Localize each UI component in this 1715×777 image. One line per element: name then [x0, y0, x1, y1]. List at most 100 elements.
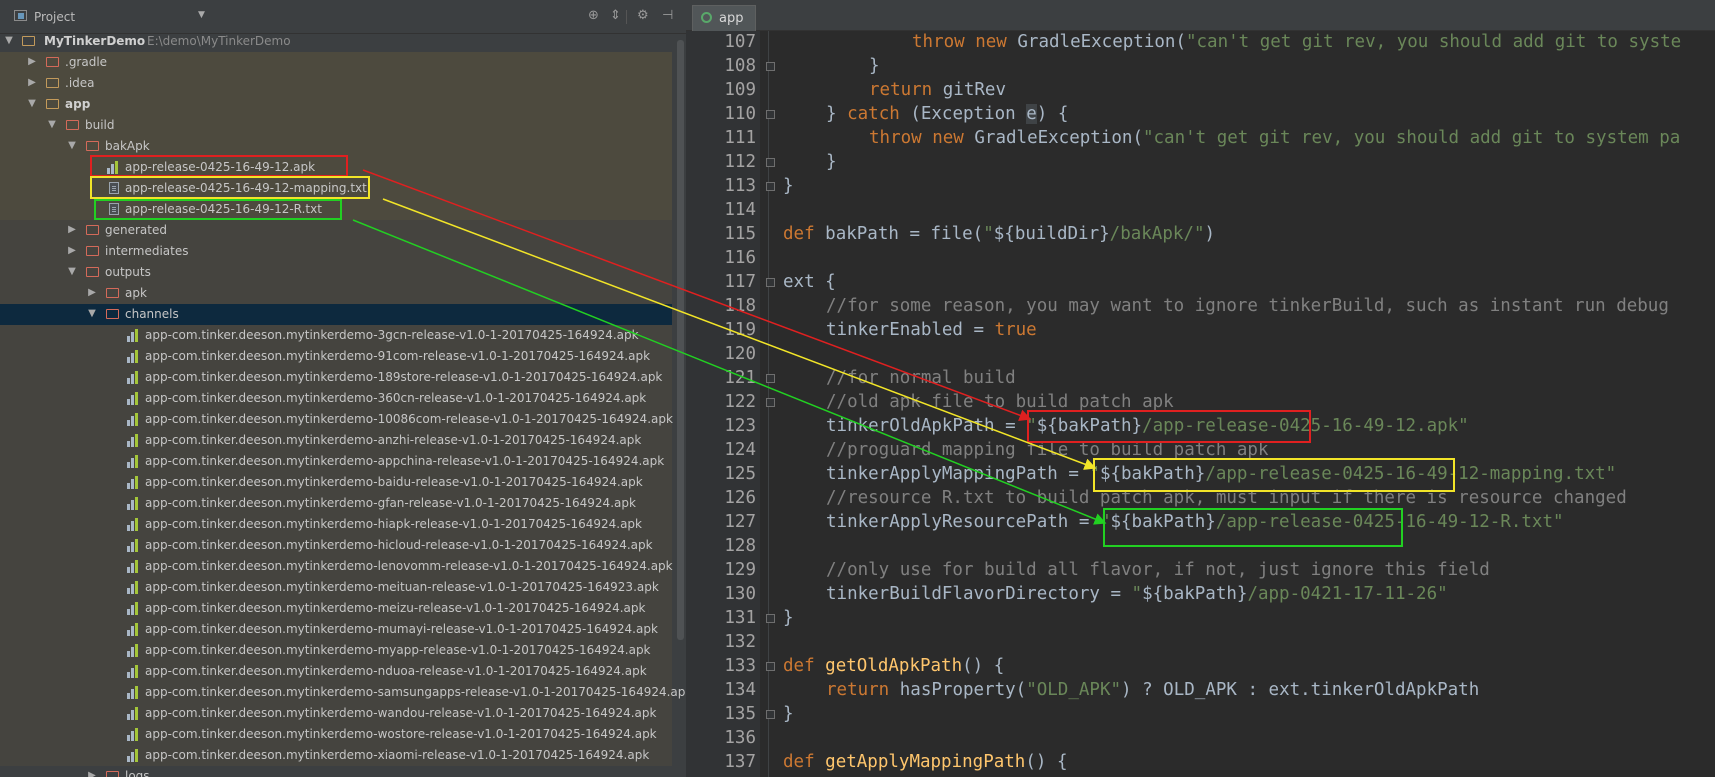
- tree-item-idea[interactable]: ▶ .idea: [0, 73, 672, 94]
- apk-file-icon: [127, 623, 141, 636]
- collapsed-arrow-icon[interactable]: ▶: [87, 287, 97, 298]
- tree-item-channel-apk[interactable]: app-com.tinker.deeson.mytinkerdemo-mumay…: [0, 619, 672, 640]
- collapsed-arrow-icon[interactable]: ▶: [67, 224, 77, 235]
- tree-item-channel-apk[interactable]: app-com.tinker.deeson.mytinkerdemo-gfan-…: [0, 493, 672, 514]
- code-line-129[interactable]: //only use for build all flavor, if not,…: [826, 560, 1490, 580]
- line-number: 111: [724, 128, 756, 148]
- expanded-arrow-icon[interactable]: ▼: [27, 98, 37, 109]
- tree-item-channel-apk[interactable]: app-com.tinker.deeson.mytinkerdemo-xiaom…: [0, 745, 672, 766]
- collapsed-arrow-icon[interactable]: ▶: [27, 77, 37, 88]
- tree-item-channel-apk[interactable]: app-com.tinker.deeson.mytinkerdemo-wosto…: [0, 724, 672, 745]
- code-line-118[interactable]: //for some reason, you may want to ignor…: [826, 296, 1669, 316]
- tree-item-build[interactable]: ▼ build: [0, 115, 672, 136]
- line-number: 112: [724, 152, 756, 172]
- project-tree: ▼ MyTinkerDemo E:\demo\MyTinkerDemo ▶ .g…: [0, 31, 686, 777]
- tree-item-channel-apk[interactable]: app-com.tinker.deeson.mytinkerdemo-189st…: [0, 367, 672, 388]
- fold-marker-icon[interactable]: [766, 110, 775, 119]
- code-line-131[interactable]: }: [783, 608, 794, 628]
- apk-file-icon: [127, 539, 141, 552]
- code-line-130[interactable]: tinkerBuildFlavorDirectory = "${bakPath}…: [826, 584, 1448, 604]
- chevron-down-icon[interactable]: ▼: [198, 10, 205, 20]
- tree-item-channel-apk[interactable]: app-com.tinker.deeson.mytinkerdemo-baidu…: [0, 472, 672, 493]
- project-view-selector[interactable]: Project: [34, 10, 75, 24]
- fold-marker-icon[interactable]: [766, 398, 775, 407]
- gear-icon[interactable]: ⚙: [637, 8, 649, 23]
- code-line-113[interactable]: }: [783, 176, 794, 196]
- tree-item-bakapk[interactable]: ▼ bakApk: [0, 136, 672, 157]
- code-line-115[interactable]: def bakPath = file("${buildDir}/bakApk/"…: [783, 224, 1215, 244]
- tree-item-channel-apk[interactable]: app-com.tinker.deeson.mytinkerdemo-meitu…: [0, 577, 672, 598]
- tree-item-channels[interactable]: ▼ channels: [0, 304, 672, 325]
- fold-marker-icon[interactable]: [766, 710, 775, 719]
- tree-item-channel-apk[interactable]: app-com.tinker.deeson.mytinkerdemo-myapp…: [0, 640, 672, 661]
- code-line-107[interactable]: throw new GradleException("can't get git…: [912, 32, 1681, 52]
- expanded-arrow-icon[interactable]: ▼: [47, 119, 57, 130]
- code-line-112[interactable]: }: [826, 152, 837, 172]
- tree-item-logs[interactable]: ▶ logs: [0, 766, 672, 777]
- tree-item-outputs[interactable]: ▼ outputs: [0, 262, 672, 283]
- expanded-arrow-icon[interactable]: ▼: [87, 308, 97, 319]
- tree-item-channel-apk[interactable]: app-com.tinker.deeson.mytinkerdemo-appch…: [0, 451, 672, 472]
- folder-icon: [66, 120, 79, 130]
- tree-item-intermediates[interactable]: ▶ intermediates: [0, 241, 672, 262]
- tree-item-channel-apk[interactable]: app-com.tinker.deeson.mytinkerdemo-hiclo…: [0, 535, 672, 556]
- fold-marker-icon[interactable]: [766, 614, 775, 623]
- tree-item-label: app-com.tinker.deeson.mytinkerdemo-anzhi…: [145, 433, 642, 447]
- tree-item-apk[interactable]: ▶ apk: [0, 283, 672, 304]
- code-line-110[interactable]: } catch (Exception e) {: [826, 104, 1068, 124]
- code-line-122[interactable]: //old apk file to build patch apk: [826, 392, 1174, 412]
- tree-item-channel-apk[interactable]: app-com.tinker.deeson.mytinkerdemo-anzhi…: [0, 430, 672, 451]
- tree-item-generated[interactable]: ▶ generated: [0, 220, 672, 241]
- folder-icon: [106, 771, 119, 777]
- collapsed-arrow-icon[interactable]: ▶: [67, 245, 77, 256]
- project-tree-scrollbar[interactable]: [677, 40, 684, 640]
- line-number: 120: [724, 344, 756, 364]
- tree-item-gradle[interactable]: ▶ .gradle: [0, 52, 672, 73]
- tree-item-app[interactable]: ▼ app: [0, 94, 672, 115]
- code-line-108[interactable]: }: [869, 56, 880, 76]
- fold-marker-icon[interactable]: [766, 278, 775, 287]
- tab-app[interactable]: app: [692, 5, 756, 31]
- code-line-137[interactable]: def getApplyMappingPath() {: [783, 752, 1068, 772]
- code-line-119[interactable]: tinkerEnabled = true: [826, 320, 1037, 340]
- hide-panel-icon[interactable]: ⊣: [662, 8, 673, 23]
- project-panel: Project ▼ ⊕ ⇕ ⚙ ⊣ ▼ MyTinkerDemo E:\demo…: [0, 0, 686, 777]
- tree-item-channel-apk[interactable]: app-com.tinker.deeson.mytinkerdemo-lenov…: [0, 556, 673, 577]
- fold-marker-icon[interactable]: [766, 158, 775, 167]
- code-line-135[interactable]: }: [783, 704, 794, 724]
- string: ": [1131, 584, 1143, 604]
- keyword: true: [994, 320, 1037, 340]
- fold-marker-icon[interactable]: [766, 662, 775, 671]
- tree-item-channel-apk[interactable]: app-com.tinker.deeson.mytinkerdemo-10086…: [0, 409, 673, 430]
- tree-item-channel-apk[interactable]: app-com.tinker.deeson.mytinkerdemo-91com…: [0, 346, 672, 367]
- expanded-arrow-icon[interactable]: ▼: [67, 266, 77, 277]
- tree-item-channel-apk[interactable]: app-com.tinker.deeson.mytinkerdemo-wando…: [0, 703, 672, 724]
- tree-item-label: logs: [125, 769, 150, 777]
- code-line-124[interactable]: //proguard mapping file to build patch a…: [826, 440, 1269, 460]
- fold-marker-icon[interactable]: [766, 182, 775, 191]
- code-line-111[interactable]: throw new GradleException("can't get git…: [869, 128, 1680, 148]
- code-line-134[interactable]: return hasProperty("OLD_APK") ? OLD_APK …: [826, 680, 1479, 700]
- collapsed-arrow-icon[interactable]: ▶: [27, 56, 37, 67]
- collapse-all-icon[interactable]: ⇕: [610, 8, 621, 23]
- expanded-arrow-icon[interactable]: ▼: [67, 140, 77, 151]
- tree-item-channel-apk[interactable]: app-com.tinker.deeson.mytinkerdemo-3gcn-…: [0, 325, 672, 346]
- line-number: 130: [724, 584, 756, 604]
- collapsed-arrow-icon[interactable]: ▶: [87, 770, 97, 777]
- tree-item-channel-apk[interactable]: app-com.tinker.deeson.mytinkerdemo-samsu…: [0, 682, 686, 703]
- expanded-arrow-icon[interactable]: ▼: [4, 35, 14, 46]
- tree-item-root[interactable]: ▼ MyTinkerDemo E:\demo\MyTinkerDemo: [0, 31, 672, 52]
- tree-item-channel-apk[interactable]: app-com.tinker.deeson.mytinkerdemo-nduoa…: [0, 661, 672, 682]
- identifier: tinkerOldApkPath =: [826, 416, 1027, 436]
- tree-item-channel-apk[interactable]: app-com.tinker.deeson.mytinkerdemo-meizu…: [0, 598, 672, 619]
- fold-marker-icon[interactable]: [766, 62, 775, 71]
- code-line-109[interactable]: return gitRev: [869, 80, 1006, 100]
- tree-item-channel-apk[interactable]: app-com.tinker.deeson.mytinkerdemo-hiapk…: [0, 514, 672, 535]
- fold-marker-icon[interactable]: [766, 374, 775, 383]
- code-line-117[interactable]: ext {: [783, 272, 836, 292]
- tree-item-label: app-com.tinker.deeson.mytinkerdemo-xiaom…: [145, 748, 650, 762]
- code-line-121[interactable]: //for normal build: [826, 368, 1016, 388]
- tree-item-channel-apk[interactable]: app-com.tinker.deeson.mytinkerdemo-360cn…: [0, 388, 672, 409]
- code-line-133[interactable]: def getOldApkPath() {: [783, 656, 1004, 676]
- locate-icon[interactable]: ⊕: [588, 8, 599, 23]
